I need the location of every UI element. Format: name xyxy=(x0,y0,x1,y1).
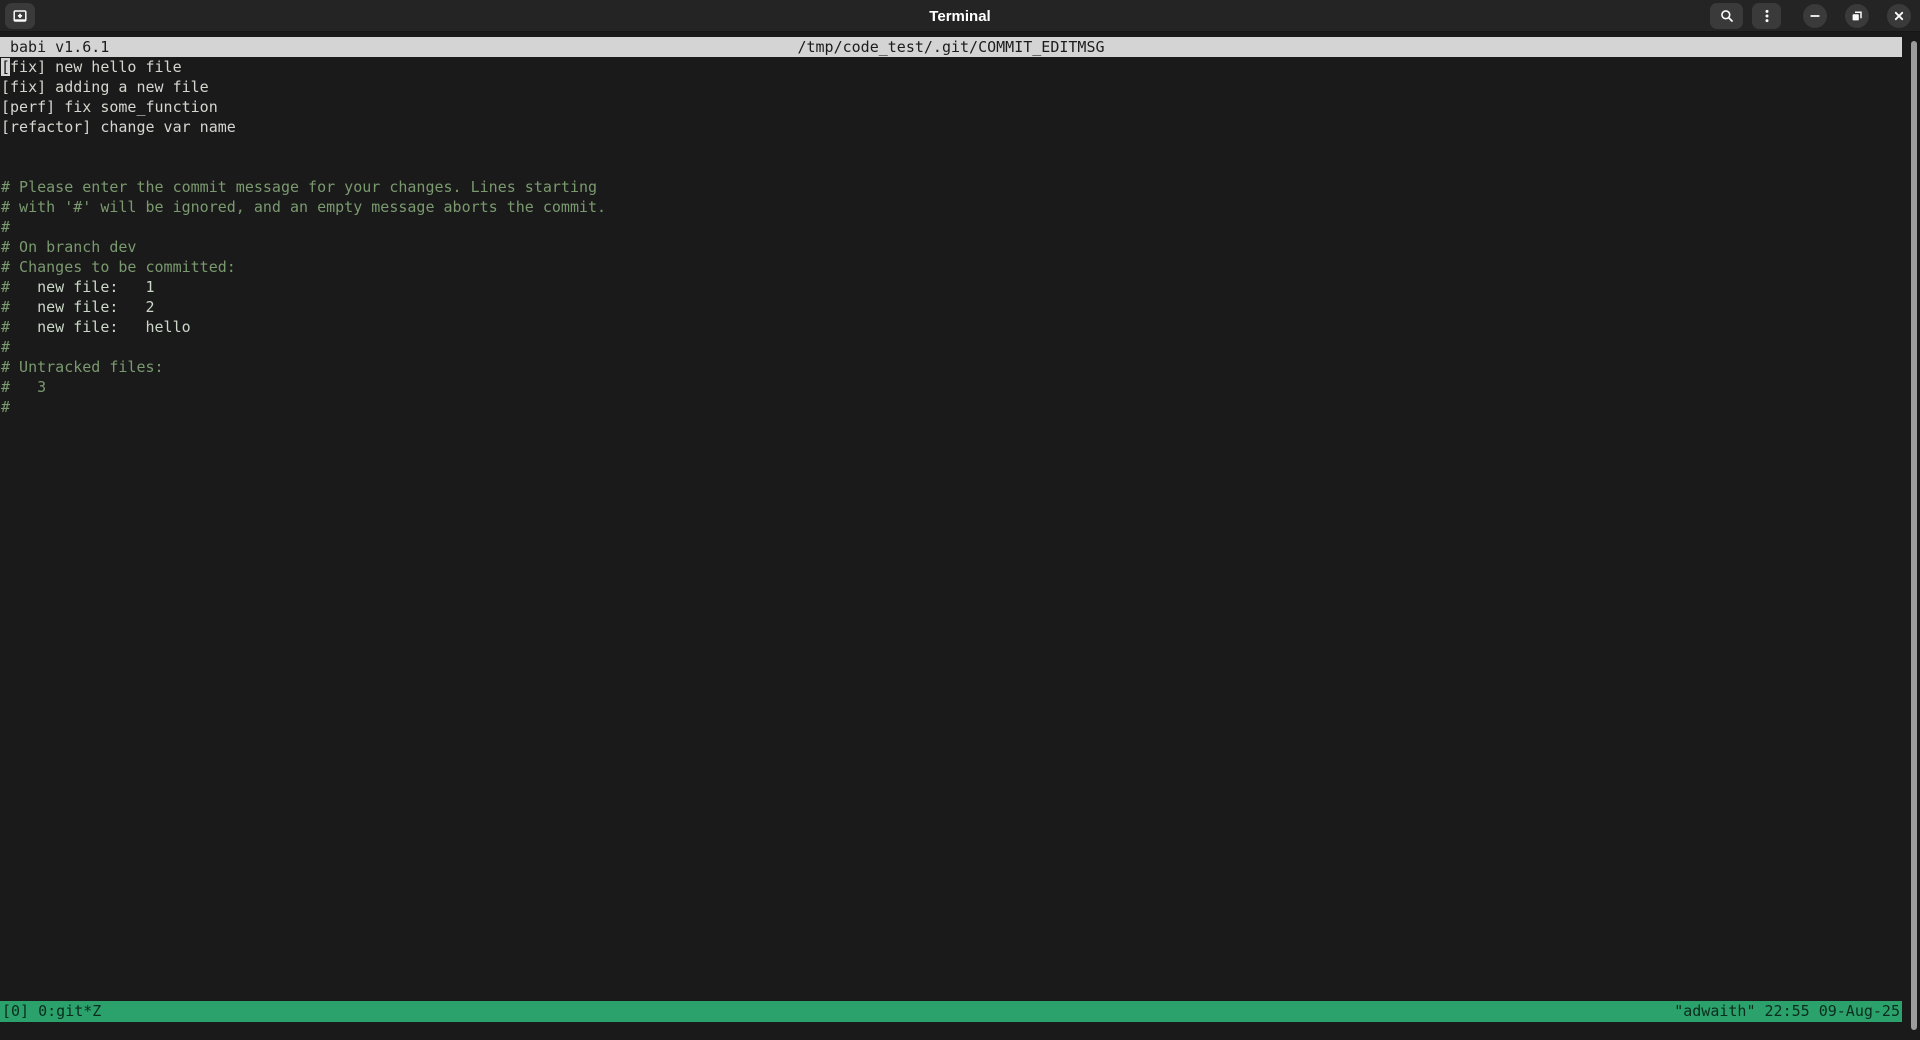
editor-line xyxy=(1,137,1902,157)
editor-line: [fix] adding a new file xyxy=(1,77,1902,97)
editor-line: [refactor] change var name xyxy=(1,117,1902,137)
close-icon xyxy=(1892,9,1906,23)
search-icon xyxy=(1719,8,1735,24)
kebab-menu-icon xyxy=(1759,8,1775,24)
editor-line: # On branch dev xyxy=(1,237,1902,257)
restore-button[interactable] xyxy=(1845,4,1869,28)
scrollbar-thumb[interactable] xyxy=(1911,41,1917,1030)
minimize-icon xyxy=(1808,9,1822,23)
editor-line: [fix] new hello file xyxy=(1,57,1902,77)
new-tab-button[interactable] xyxy=(5,3,35,29)
restore-window-icon xyxy=(1850,9,1864,23)
close-button[interactable] xyxy=(1887,4,1911,28)
editor-line: # Changes to be committed: xyxy=(1,257,1902,277)
editor-line: # Please enter the commit message for yo… xyxy=(1,177,1902,197)
headerbar: Terminal xyxy=(0,0,1920,32)
editor-line: # xyxy=(1,337,1902,357)
new-tab-icon xyxy=(12,8,28,24)
editor-line: # xyxy=(1,397,1902,417)
search-button[interactable] xyxy=(1710,3,1743,29)
terminal-screen[interactable]: [fix] new hello file[fix] adding a new f… xyxy=(1,57,1902,417)
window-title: Terminal xyxy=(0,0,1920,32)
babi-header-bar: babi v1.6.1 /tmp/code_test/.git/COMMIT_E… xyxy=(0,37,1902,57)
tmux-session-window-label: [0] 0:git*Z xyxy=(2,1001,101,1022)
tmux-status-bar: [0] 0:git*Z "adwaith" 22:55 09-Aug-25 xyxy=(0,1001,1902,1022)
editor-line: # with '#' will be ignored, and an empty… xyxy=(1,197,1902,217)
editor-line: # 3 xyxy=(1,377,1902,397)
tmux-host-clock-label: "adwaith" 22:55 09-Aug-25 xyxy=(1674,1001,1900,1022)
editor-line: # new file: 2 xyxy=(1,297,1902,317)
editor-line: # new file: 1 xyxy=(1,277,1902,297)
menu-button[interactable] xyxy=(1752,3,1781,29)
editor-line: # new file: hello xyxy=(1,317,1902,337)
editor-line: # xyxy=(1,217,1902,237)
editor-line: # Untracked files: xyxy=(1,357,1902,377)
editor-line: [perf] fix some_function xyxy=(1,97,1902,117)
minimize-button[interactable] xyxy=(1803,4,1827,28)
file-path-label: /tmp/code_test/.git/COMMIT_EDITMSG xyxy=(0,37,1902,57)
editor-line xyxy=(1,157,1902,177)
